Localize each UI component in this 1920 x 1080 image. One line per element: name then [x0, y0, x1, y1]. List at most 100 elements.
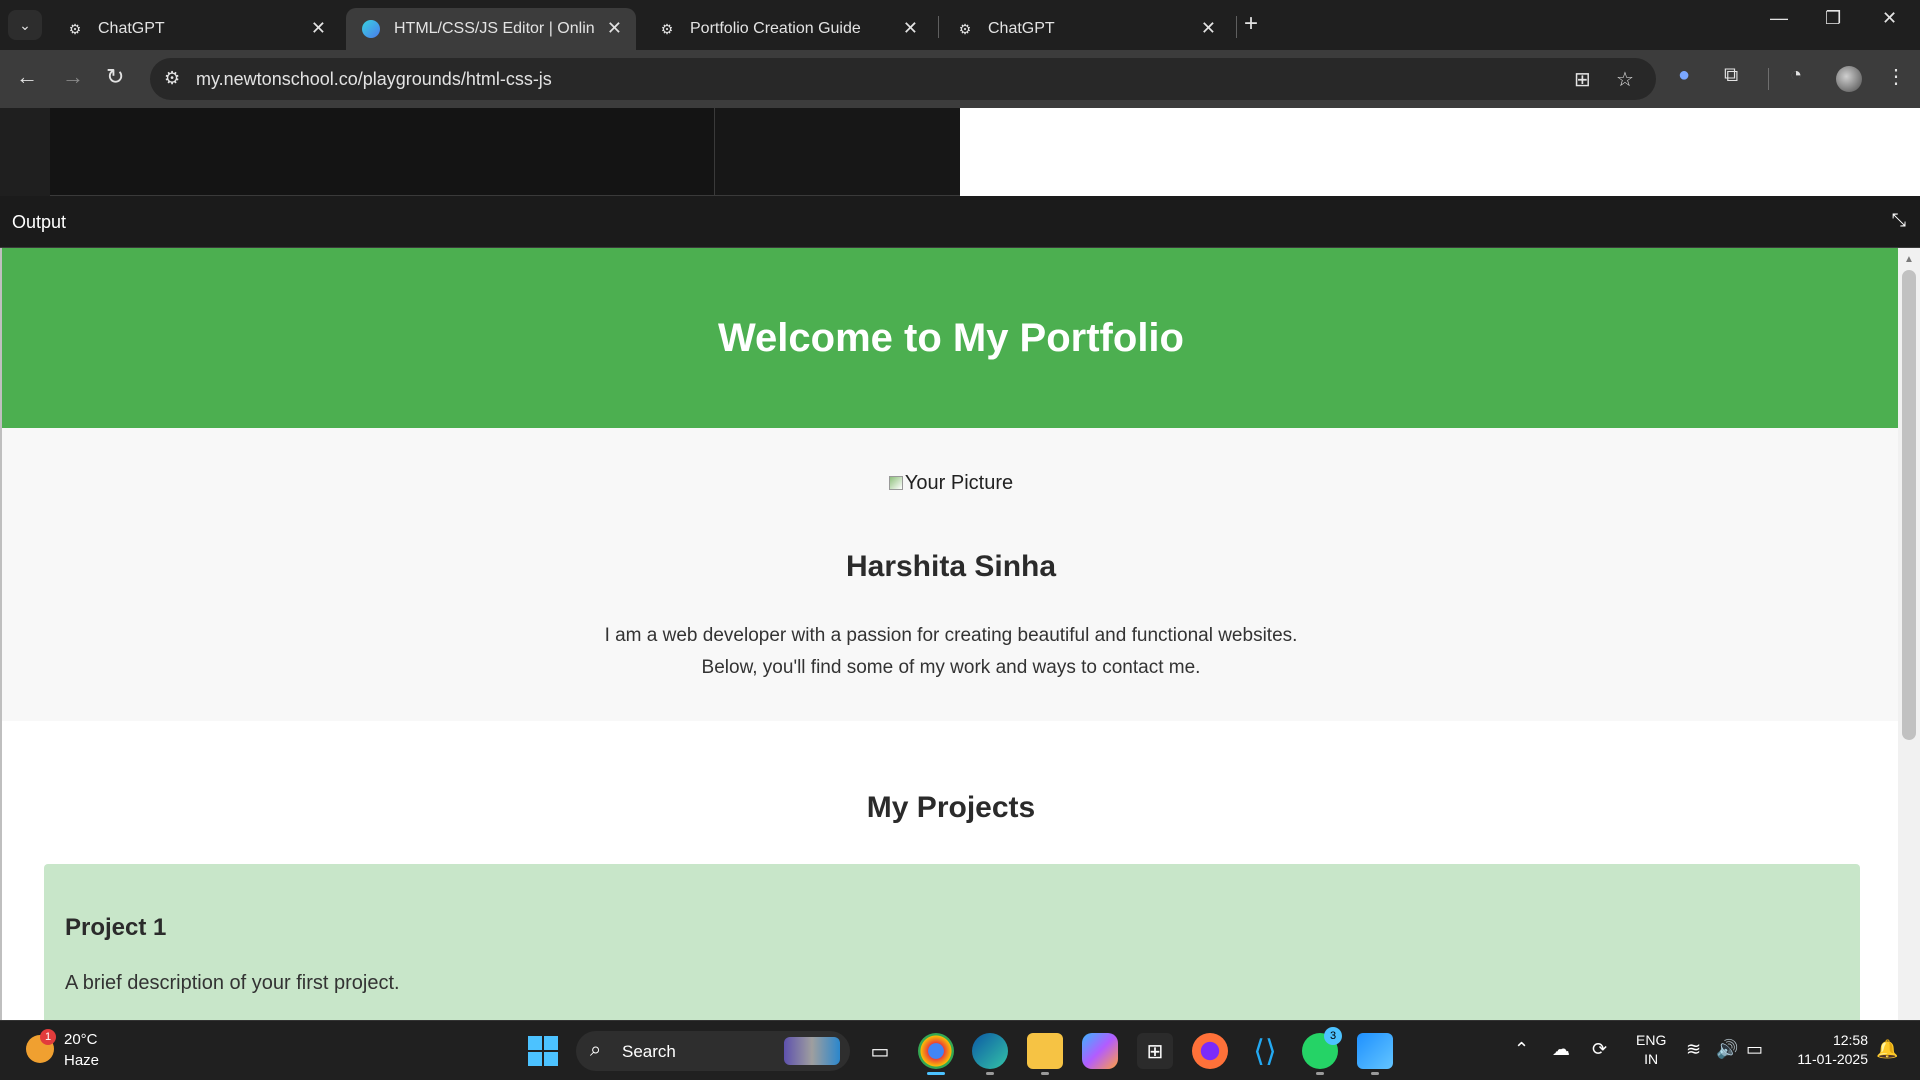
- site-settings-icon[interactable]: ⚙: [164, 68, 180, 89]
- tab-separator: [938, 16, 939, 38]
- back-arrow-icon[interactable]: ←: [16, 64, 38, 90]
- minimize-icon[interactable]: —: [1770, 8, 1788, 29]
- battery-icon[interactable]: ▭: [1746, 1039, 1763, 1060]
- browser-toolbar: ← → ↻ ⚙ my.newtonschool.co/playgrounds/h…: [0, 50, 1920, 108]
- wifi-icon[interactable]: ≋: [1686, 1039, 1701, 1060]
- js-editor-pane[interactable]: [960, 108, 1920, 196]
- file-explorer-icon[interactable]: [1027, 1033, 1063, 1075]
- taskbar-search[interactable]: ⌕ Search: [576, 1031, 850, 1071]
- tab-html-editor[interactable]: HTML/CSS/JS Editor | Online Co ✕: [346, 8, 636, 50]
- language-indicator[interactable]: ENG IN: [1636, 1031, 1666, 1069]
- tab-separator: [1236, 16, 1237, 38]
- bio-line: Below, you'll find some of my work and w…: [701, 657, 1201, 678]
- portfolio-header: Welcome to My Portfolio: [2, 248, 1900, 428]
- search-icon: ⌕: [590, 1039, 602, 1061]
- browser-tab-bar: ⌄ ⚙ ChatGPT ✕ HTML/CSS/JS Editor | Onlin…: [0, 0, 1920, 50]
- firefox-icon[interactable]: [1192, 1033, 1228, 1069]
- bio-text: I am a web developer with a passion for …: [2, 620, 1900, 684]
- projects-heading: My Projects: [866, 791, 1036, 824]
- windows-start-icon[interactable]: [528, 1036, 558, 1066]
- open-indicator: [1371, 1072, 1379, 1075]
- new-tab-button[interactable]: +: [1244, 10, 1258, 38]
- project-title: Project 1: [65, 914, 167, 941]
- output-header: Output ⤡: [0, 196, 1920, 248]
- address-bar[interactable]: ⚙ my.newtonschool.co/playgrounds/html-cs…: [150, 58, 1656, 100]
- bio-line: I am a web developer with a passion for …: [604, 625, 1298, 646]
- system-clock[interactable]: 12:58 11-01-2025: [1786, 1031, 1868, 1069]
- sync-icon[interactable]: ⟳: [1592, 1039, 1607, 1060]
- translate-icon[interactable]: ⊞: [1574, 67, 1591, 92]
- project-description: A brief description of your first projec…: [65, 972, 400, 994]
- star-icon[interactable]: ☆: [1616, 67, 1634, 92]
- puzzle-icon[interactable]: ⧉: [1724, 64, 1738, 87]
- tab-title: HTML/CSS/JS Editor | Online Co: [394, 20, 594, 37]
- tab-title: ChatGPT: [98, 20, 165, 37]
- performance-icon[interactable]: ◔: [1790, 64, 1802, 87]
- profile-avatar[interactable]: [1836, 66, 1862, 92]
- output-label: Output: [12, 212, 67, 232]
- tab-chatgpt-2[interactable]: ⚙ ChatGPT ✕: [940, 8, 1230, 50]
- toolbar-separator: [1768, 68, 1769, 90]
- newton-school-icon: [362, 20, 380, 38]
- about-section: Your Picture Harshita Sinha I am a web d…: [2, 428, 1900, 721]
- profile-picture: Your Picture: [2, 472, 1900, 495]
- tab-portfolio-guide[interactable]: ⚙ Portfolio Creation Guide ✕: [642, 8, 932, 50]
- close-icon[interactable]: ✕: [607, 18, 622, 39]
- profile-picture-alt: Your Picture: [904, 472, 1014, 494]
- tab-chatgpt-1[interactable]: ⚙ ChatGPT ✕: [50, 8, 340, 50]
- profile-name: Harshita Sinha: [845, 550, 1057, 583]
- url-text[interactable]: my.newtonschool.co/playgrounds/html-css-…: [196, 69, 552, 90]
- tab-search-button[interactable]: ⌄: [8, 10, 42, 40]
- search-label: Search: [622, 1042, 676, 1061]
- css-editor-pane[interactable]: [714, 108, 960, 196]
- chevron-down-icon: ⌄: [19, 16, 31, 33]
- microsoft-store-icon[interactable]: ⊞: [1137, 1033, 1173, 1069]
- open-indicator: [1041, 1072, 1049, 1075]
- preview-scrollbar[interactable]: ▲: [1898, 248, 1920, 1020]
- openai-icon: ⚙: [958, 20, 972, 37]
- whatsapp-icon[interactable]: 3: [1302, 1027, 1342, 1075]
- weather-badge: 1: [40, 1029, 56, 1045]
- editor-panes: [0, 108, 1920, 196]
- notification-badge: 3: [1324, 1027, 1342, 1045]
- copilot-icon[interactable]: [1082, 1033, 1118, 1069]
- reload-icon[interactable]: ↻: [106, 64, 124, 90]
- onedrive-icon[interactable]: ☁: [1552, 1039, 1570, 1060]
- weather-description[interactable]: Haze: [64, 1052, 99, 1069]
- clock-date: 11-01-2025: [1797, 1051, 1868, 1067]
- region-code: IN: [1644, 1051, 1659, 1067]
- openai-icon: ⚙: [68, 20, 82, 37]
- collapse-icon[interactable]: ⤡: [1892, 210, 1906, 231]
- search-highlight-image: [784, 1037, 840, 1065]
- vscode-icon[interactable]: ⟨⟩: [1247, 1033, 1283, 1069]
- scroll-thumb[interactable]: [1902, 270, 1916, 740]
- html-editor-pane[interactable]: [50, 108, 714, 196]
- menu-icon[interactable]: ⋮: [1886, 64, 1906, 89]
- chevron-up-icon[interactable]: ⌃: [1514, 1039, 1529, 1060]
- page-title: Welcome to My Portfolio: [718, 316, 1184, 360]
- close-icon[interactable]: ✕: [311, 18, 326, 39]
- edge-icon[interactable]: [972, 1033, 1008, 1075]
- tab-title: Portfolio Creation Guide: [690, 20, 861, 37]
- close-icon[interactable]: ✕: [903, 18, 918, 39]
- extension-icon[interactable]: ●: [1678, 64, 1690, 87]
- language-code: ENG: [1636, 1032, 1667, 1048]
- active-indicator: [927, 1072, 945, 1075]
- project-card: Project 1 A brief description of your fi…: [44, 864, 1860, 1020]
- task-view-icon[interactable]: ▭: [862, 1033, 898, 1069]
- close-window-icon[interactable]: ✕: [1882, 8, 1897, 29]
- scroll-up-icon[interactable]: ▲: [1904, 254, 1914, 265]
- notification-bell-icon[interactable]: 🔔: [1876, 1039, 1898, 1060]
- volume-icon[interactable]: 🔊: [1716, 1039, 1738, 1060]
- weather-temperature[interactable]: 20°C: [64, 1031, 98, 1048]
- photos-icon[interactable]: [1357, 1033, 1393, 1075]
- restore-icon[interactable]: ❐: [1825, 8, 1841, 29]
- open-indicator: [1316, 1072, 1324, 1075]
- tab-title: ChatGPT: [988, 20, 1055, 37]
- chrome-icon[interactable]: [918, 1033, 954, 1075]
- openai-icon: ⚙: [660, 20, 674, 37]
- close-icon[interactable]: ✕: [1201, 18, 1216, 39]
- open-indicator: [986, 1072, 994, 1075]
- broken-image-icon: [888, 476, 903, 490]
- forward-arrow-icon[interactable]: →: [62, 64, 84, 90]
